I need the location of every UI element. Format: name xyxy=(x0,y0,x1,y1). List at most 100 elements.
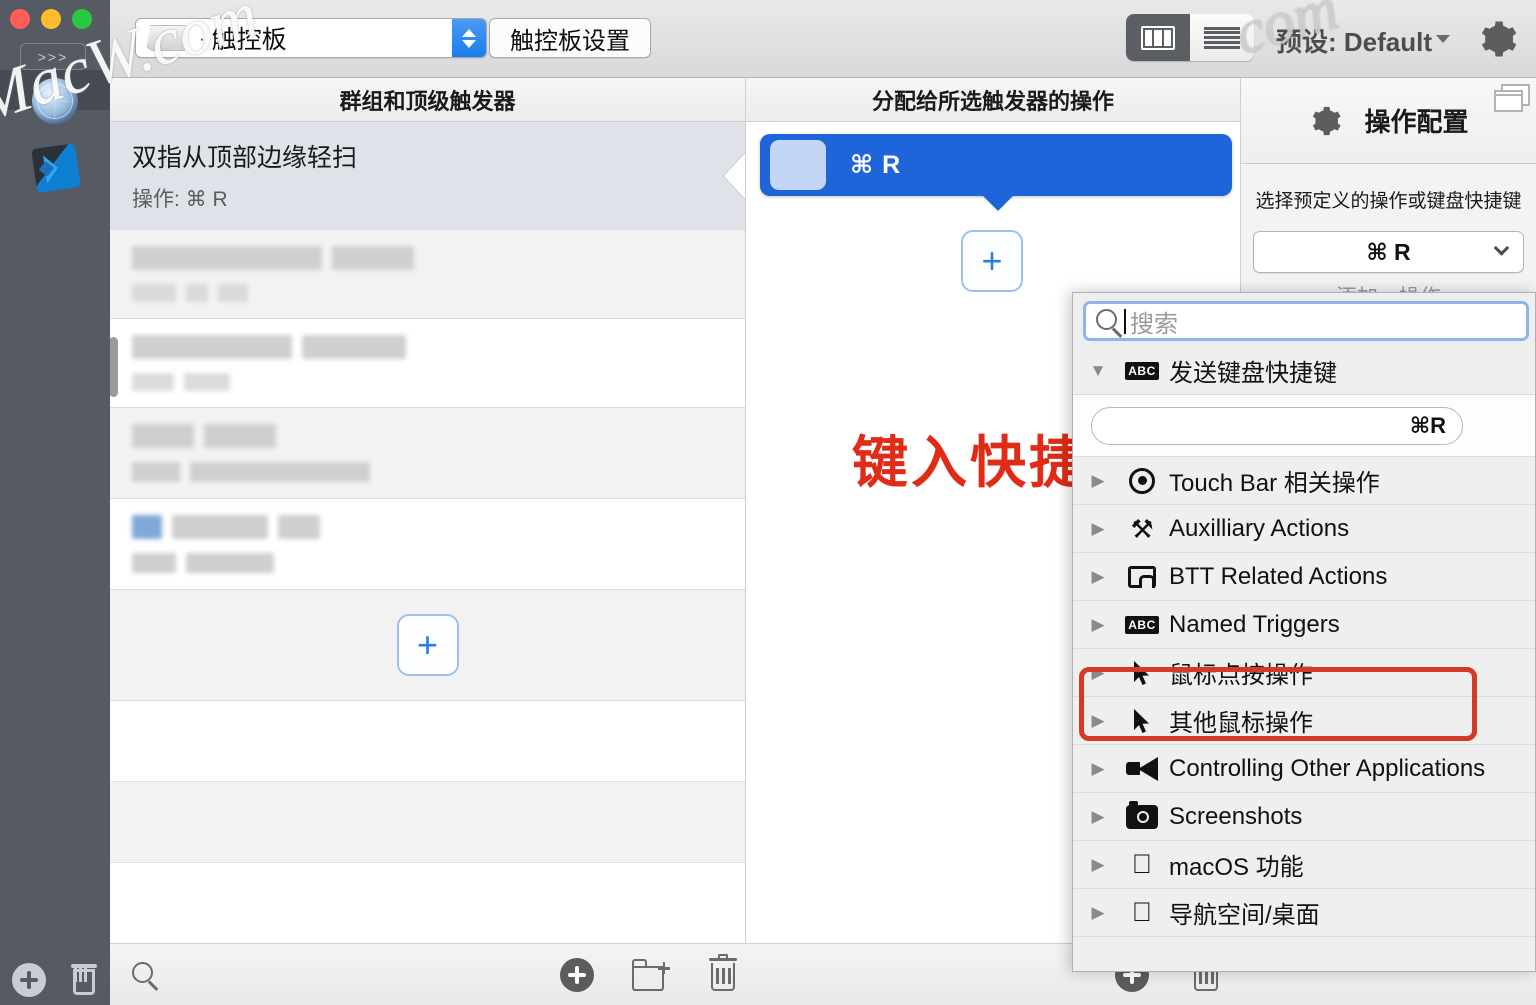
trigger-row-selected[interactable]: 双指从顶部边缘轻扫 操作: ⌘ R xyxy=(110,122,745,230)
redacted-subtitle xyxy=(132,553,723,573)
view-mode-segmented-control[interactable] xyxy=(1126,14,1254,61)
columns-view-button[interactable] xyxy=(1126,14,1190,61)
add-action-wrapper: + xyxy=(961,230,1023,292)
add-trigger-button[interactable]: + xyxy=(397,614,459,676)
apple-icon:  xyxy=(1115,851,1169,878)
chevrons-badge[interactable]: >>> xyxy=(20,43,86,70)
add-trigger-row: + xyxy=(110,590,745,701)
predefined-action-select[interactable]: ⌘ R xyxy=(1253,231,1524,273)
preset-selector-label[interactable]: 预设: Default xyxy=(1276,22,1432,59)
action-group-label: Screenshots xyxy=(1169,803,1302,831)
device-separator: · xyxy=(199,30,205,47)
action-group-label: BTT Related Actions xyxy=(1169,563,1387,591)
trigger-title: 双指从顶部边缘轻扫 xyxy=(132,138,723,174)
maximize-window-button[interactable] xyxy=(72,9,92,29)
disclosure-triangle-icon[interactable]: ▶ xyxy=(1081,759,1115,779)
chevron-down-icon[interactable] xyxy=(1436,35,1450,43)
disclosure-triangle-icon[interactable]: ▶ xyxy=(1081,567,1115,587)
bottom-trigger-actions xyxy=(560,944,738,1005)
disclosure-triangle-open-icon[interactable]: ▼ xyxy=(1081,361,1115,381)
action-group-btt-related[interactable]: ▶ BTT Related Actions xyxy=(1073,553,1535,601)
disclosure-triangle-icon[interactable]: ▶ xyxy=(1081,903,1115,923)
keyboard-shortcut-capture-row[interactable]: ⌘R xyxy=(1073,395,1535,457)
action-group-touch-bar[interactable]: ▶ Touch Bar 相关操作 xyxy=(1073,457,1535,505)
action-search-field[interactable]: 搜索 xyxy=(1083,301,1529,341)
disclosure-triangle-icon[interactable]: ▶ xyxy=(1081,807,1115,827)
table-row[interactable] xyxy=(110,319,745,408)
add-action-button[interactable]: + xyxy=(961,230,1023,292)
list-scrollbar[interactable] xyxy=(110,337,118,397)
action-group-screenshots[interactable]: ▶ Screenshots xyxy=(1073,793,1535,841)
vscode-app-icon[interactable] xyxy=(31,143,81,193)
device-selector[interactable]: · 触控板 xyxy=(135,18,487,58)
disclosure-triangle-icon[interactable]: ▶ xyxy=(1081,663,1115,683)
assigned-action-item[interactable]: ⌘ R xyxy=(760,134,1232,196)
dock-add-button[interactable] xyxy=(12,963,46,997)
disclosure-triangle-icon[interactable]: ▶ xyxy=(1081,471,1115,491)
device-label: 触控板 xyxy=(212,20,287,56)
disclosure-triangle-icon[interactable]: ▶ xyxy=(1081,855,1115,875)
redacted-title xyxy=(132,246,723,270)
action-group-label: Named Triggers xyxy=(1169,611,1340,639)
triggers-list[interactable]: 双指从顶部边缘轻扫 操作: ⌘ R xyxy=(110,122,745,943)
disclosure-triangle-icon[interactable]: ▶ xyxy=(1081,711,1115,731)
window-layout-icon[interactable] xyxy=(1494,84,1530,114)
search-icon[interactable] xyxy=(132,962,158,988)
cursor-icon xyxy=(1115,660,1169,686)
action-group-named-triggers[interactable]: ▶ ABC Named Triggers xyxy=(1073,601,1535,649)
list-view-button[interactable] xyxy=(1190,14,1254,61)
config-description: 选择预定义的操作或键盘快捷键 xyxy=(1241,164,1536,213)
action-group-controlling-other-applications[interactable]: ▶ Controlling Other Applications xyxy=(1073,745,1535,793)
window-traffic-lights xyxy=(10,9,92,29)
app-settings-gear-icon[interactable] xyxy=(1476,18,1518,60)
add-button[interactable] xyxy=(560,958,594,992)
gear-icon xyxy=(1308,104,1342,138)
table-row[interactable] xyxy=(110,408,745,499)
action-group-auxilliary[interactable]: ▶ ⚒ Auxilliary Actions xyxy=(1073,505,1535,553)
action-group-list[interactable]: ▼ ABC 发送键盘快捷键 ⌘R ▶ Touch Bar 相关操作 ▶ ⚒ Au… xyxy=(1073,347,1535,972)
abc-icon: ABC xyxy=(1115,362,1169,380)
device-stepper[interactable] xyxy=(452,19,486,57)
redacted-subtitle xyxy=(132,284,723,302)
btt-icon xyxy=(1115,566,1169,588)
redacted-title xyxy=(132,335,723,359)
action-group-label: 导航空间/桌面 xyxy=(1169,895,1320,930)
action-group-label: 其他鼠标操作 xyxy=(1169,703,1313,738)
cursor-icon xyxy=(1115,708,1169,734)
delete-icon[interactable] xyxy=(708,958,738,992)
action-group-label: macOS 功能 xyxy=(1169,847,1304,882)
action-group-partial[interactable] xyxy=(1073,937,1535,972)
disclosure-triangle-icon[interactable]: ▶ xyxy=(1081,615,1115,635)
dock-delete-icon[interactable] xyxy=(69,963,99,997)
redacted-subtitle xyxy=(132,462,723,482)
selection-chevron-icon xyxy=(724,152,745,200)
empty-row xyxy=(110,782,745,863)
app-titlebar: · 触控板 触控板设置 预设: Default com xyxy=(110,0,1536,78)
close-window-button[interactable] xyxy=(10,9,30,29)
shortcut-input-field[interactable]: ⌘R xyxy=(1091,407,1463,445)
search-icon xyxy=(1096,309,1120,333)
text-cursor xyxy=(1124,309,1126,334)
bottom-search-wrapper xyxy=(132,944,158,1005)
globe-app-icon[interactable] xyxy=(32,78,78,124)
minimize-window-button[interactable] xyxy=(41,9,61,29)
action-picker-popup[interactable]: 搜索 ▼ ABC 发送键盘快捷键 ⌘R ▶ Touch Bar 相关操作 ▶ ⚒… xyxy=(1072,292,1536,972)
action-group-macos-functions[interactable]: ▶  macOS 功能 xyxy=(1073,841,1535,889)
trackpad-settings-button[interactable]: 触控板设置 xyxy=(489,18,651,58)
action-group-label: 发送键盘快捷键 xyxy=(1169,353,1337,388)
trackpad-icon xyxy=(146,25,190,51)
action-group-navigation-spaces-desktop[interactable]: ▶  导航空间/桌面 xyxy=(1073,889,1535,937)
action-group-send-keyboard-shortcut[interactable]: ▼ ABC 发送键盘快捷键 xyxy=(1073,347,1535,395)
os-dock-strip: >>> xyxy=(0,0,110,1005)
trigger-subtitle: 操作: ⌘ R xyxy=(132,183,723,213)
disclosure-triangle-icon[interactable]: ▶ xyxy=(1081,519,1115,539)
new-group-icon[interactable] xyxy=(632,959,670,991)
empty-row xyxy=(110,701,745,782)
action-label: ⌘ R xyxy=(850,150,901,180)
action-group-other-mouse[interactable]: ▶ 其他鼠标操作 xyxy=(1073,697,1535,745)
table-row[interactable] xyxy=(110,230,745,319)
action-group-mouse-click[interactable]: ▶ 鼠标点按操作 xyxy=(1073,649,1535,697)
actions-column-header: 分配给所选触发器的操作 xyxy=(745,78,1240,122)
list-view-icon xyxy=(1204,27,1240,49)
table-row[interactable] xyxy=(110,499,745,590)
